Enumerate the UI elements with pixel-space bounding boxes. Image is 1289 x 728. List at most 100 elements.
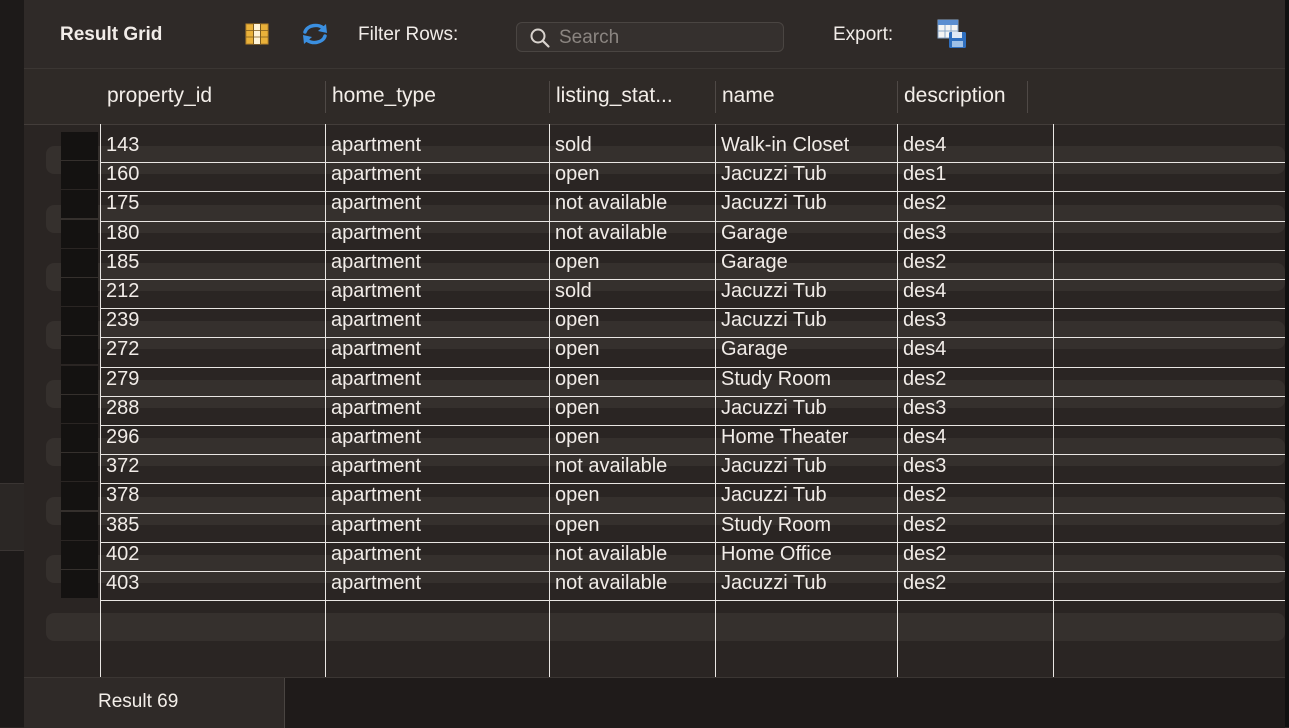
cell-listing-status[interactable]: open: [549, 162, 715, 191]
cell-home-type[interactable]: apartment: [325, 308, 549, 337]
cell-description[interactable]: des2: [897, 513, 1027, 542]
cell-listing-status[interactable]: open: [549, 513, 715, 542]
result-tab[interactable]: Result 69: [24, 678, 285, 728]
result-grid-label[interactable]: Result Grid: [60, 24, 162, 46]
cell-description[interactable]: des2: [897, 367, 1027, 396]
cell-property-id[interactable]: 239: [100, 308, 325, 337]
cell-description[interactable]: des2: [897, 542, 1027, 571]
row-header[interactable]: [61, 482, 98, 511]
cell-property-id[interactable]: 279: [100, 367, 325, 396]
cell-description[interactable]: des4: [897, 133, 1027, 162]
row-header[interactable]: [61, 424, 98, 452]
cell-name[interactable]: Jacuzzi Tub: [715, 571, 897, 600]
row-header[interactable]: [61, 278, 98, 306]
row-header[interactable]: [61, 307, 98, 336]
cell-name[interactable]: Jacuzzi Tub: [715, 483, 897, 512]
cell-listing-status[interactable]: not available: [549, 542, 715, 571]
row-header[interactable]: [61, 161, 98, 190]
row-header[interactable]: [61, 336, 98, 365]
cell-name[interactable]: Jacuzzi Tub: [715, 191, 897, 220]
cell-description[interactable]: des3: [897, 396, 1027, 425]
cell-name[interactable]: Jacuzzi Tub: [715, 308, 897, 337]
cell-home-type[interactable]: apartment: [325, 396, 549, 425]
row-header[interactable]: [61, 453, 98, 482]
cell-home-type[interactable]: apartment: [325, 191, 549, 220]
cell-home-type[interactable]: apartment: [325, 162, 549, 191]
cell-home-type[interactable]: apartment: [325, 367, 549, 396]
row-header[interactable]: [61, 511, 98, 540]
column-header-name[interactable]: name: [715, 84, 897, 108]
column-header-property-id[interactable]: property_id: [100, 84, 325, 108]
column-header-description[interactable]: description: [897, 84, 1027, 108]
cell-description[interactable]: des4: [897, 425, 1027, 454]
cell-property-id[interactable]: 288: [100, 396, 325, 425]
cell-home-type[interactable]: apartment: [325, 425, 549, 454]
cell-property-id[interactable]: 296: [100, 425, 325, 454]
row-header[interactable]: [61, 132, 98, 160]
cell-property-id[interactable]: 402: [100, 542, 325, 571]
cell-description[interactable]: des3: [897, 454, 1027, 483]
cell-home-type[interactable]: apartment: [325, 337, 549, 366]
column-header-home-type[interactable]: home_type: [325, 84, 549, 108]
cell-home-type[interactable]: apartment: [325, 279, 549, 308]
cell-name[interactable]: Garage: [715, 221, 897, 250]
cell-property-id[interactable]: 372: [100, 454, 325, 483]
cell-property-id[interactable]: 212: [100, 279, 325, 308]
row-header[interactable]: [61, 365, 98, 394]
cell-name[interactable]: Jacuzzi Tub: [715, 279, 897, 308]
cell-listing-status[interactable]: open: [549, 396, 715, 425]
column-header-listing-status[interactable]: listing_stat...: [549, 84, 715, 108]
cell-property-id[interactable]: 175: [100, 191, 325, 220]
cell-name[interactable]: Study Room: [715, 367, 897, 396]
cell-home-type[interactable]: apartment: [325, 571, 549, 600]
cell-listing-status[interactable]: sold: [549, 133, 715, 162]
cell-listing-status[interactable]: open: [549, 367, 715, 396]
cell-name[interactable]: Walk-in Closet: [715, 133, 897, 162]
cell-description[interactable]: des2: [897, 191, 1027, 220]
cell-home-type[interactable]: apartment: [325, 542, 549, 571]
cell-listing-status[interactable]: open: [549, 483, 715, 512]
cell-property-id[interactable]: 272: [100, 337, 325, 366]
cell-listing-status[interactable]: not available: [549, 221, 715, 250]
cell-name[interactable]: Garage: [715, 337, 897, 366]
cell-listing-status[interactable]: sold: [549, 279, 715, 308]
cell-description[interactable]: des2: [897, 250, 1027, 279]
side-panel-handle[interactable]: [0, 483, 24, 551]
cell-description[interactable]: des4: [897, 279, 1027, 308]
row-header[interactable]: [61, 190, 98, 219]
row-header[interactable]: [61, 394, 98, 423]
cell-property-id[interactable]: 160: [100, 162, 325, 191]
cell-home-type[interactable]: apartment: [325, 483, 549, 512]
cell-home-type[interactable]: apartment: [325, 513, 549, 542]
cell-name[interactable]: Home Office: [715, 542, 897, 571]
cell-listing-status[interactable]: open: [549, 308, 715, 337]
row-header[interactable]: [61, 570, 98, 598]
cell-listing-status[interactable]: open: [549, 250, 715, 279]
cell-property-id[interactable]: 378: [100, 483, 325, 512]
cell-property-id[interactable]: 385: [100, 513, 325, 542]
column-divider[interactable]: [1027, 81, 1028, 113]
cell-home-type[interactable]: apartment: [325, 454, 549, 483]
cell-home-type[interactable]: apartment: [325, 250, 549, 279]
cell-listing-status[interactable]: not available: [549, 191, 715, 220]
cell-property-id[interactable]: 143: [100, 133, 325, 162]
cell-listing-status[interactable]: not available: [549, 454, 715, 483]
row-header[interactable]: [61, 248, 98, 277]
export-icon[interactable]: [936, 18, 968, 50]
search-input[interactable]: [557, 26, 776, 50]
cell-description[interactable]: des4: [897, 337, 1027, 366]
cell-listing-status[interactable]: open: [549, 425, 715, 454]
cell-name[interactable]: Garage: [715, 250, 897, 279]
cell-description[interactable]: des2: [897, 483, 1027, 512]
cell-name[interactable]: Home Theater: [715, 425, 897, 454]
cell-name[interactable]: Study Room: [715, 513, 897, 542]
cell-description[interactable]: des3: [897, 221, 1027, 250]
cell-listing-status[interactable]: not available: [549, 571, 715, 600]
cell-property-id[interactable]: 180: [100, 221, 325, 250]
cell-description[interactable]: des1: [897, 162, 1027, 191]
cell-home-type[interactable]: apartment: [325, 133, 549, 162]
cell-name[interactable]: Jacuzzi Tub: [715, 454, 897, 483]
row-header[interactable]: [61, 219, 98, 248]
cell-property-id[interactable]: 403: [100, 571, 325, 600]
cell-property-id[interactable]: 185: [100, 250, 325, 279]
